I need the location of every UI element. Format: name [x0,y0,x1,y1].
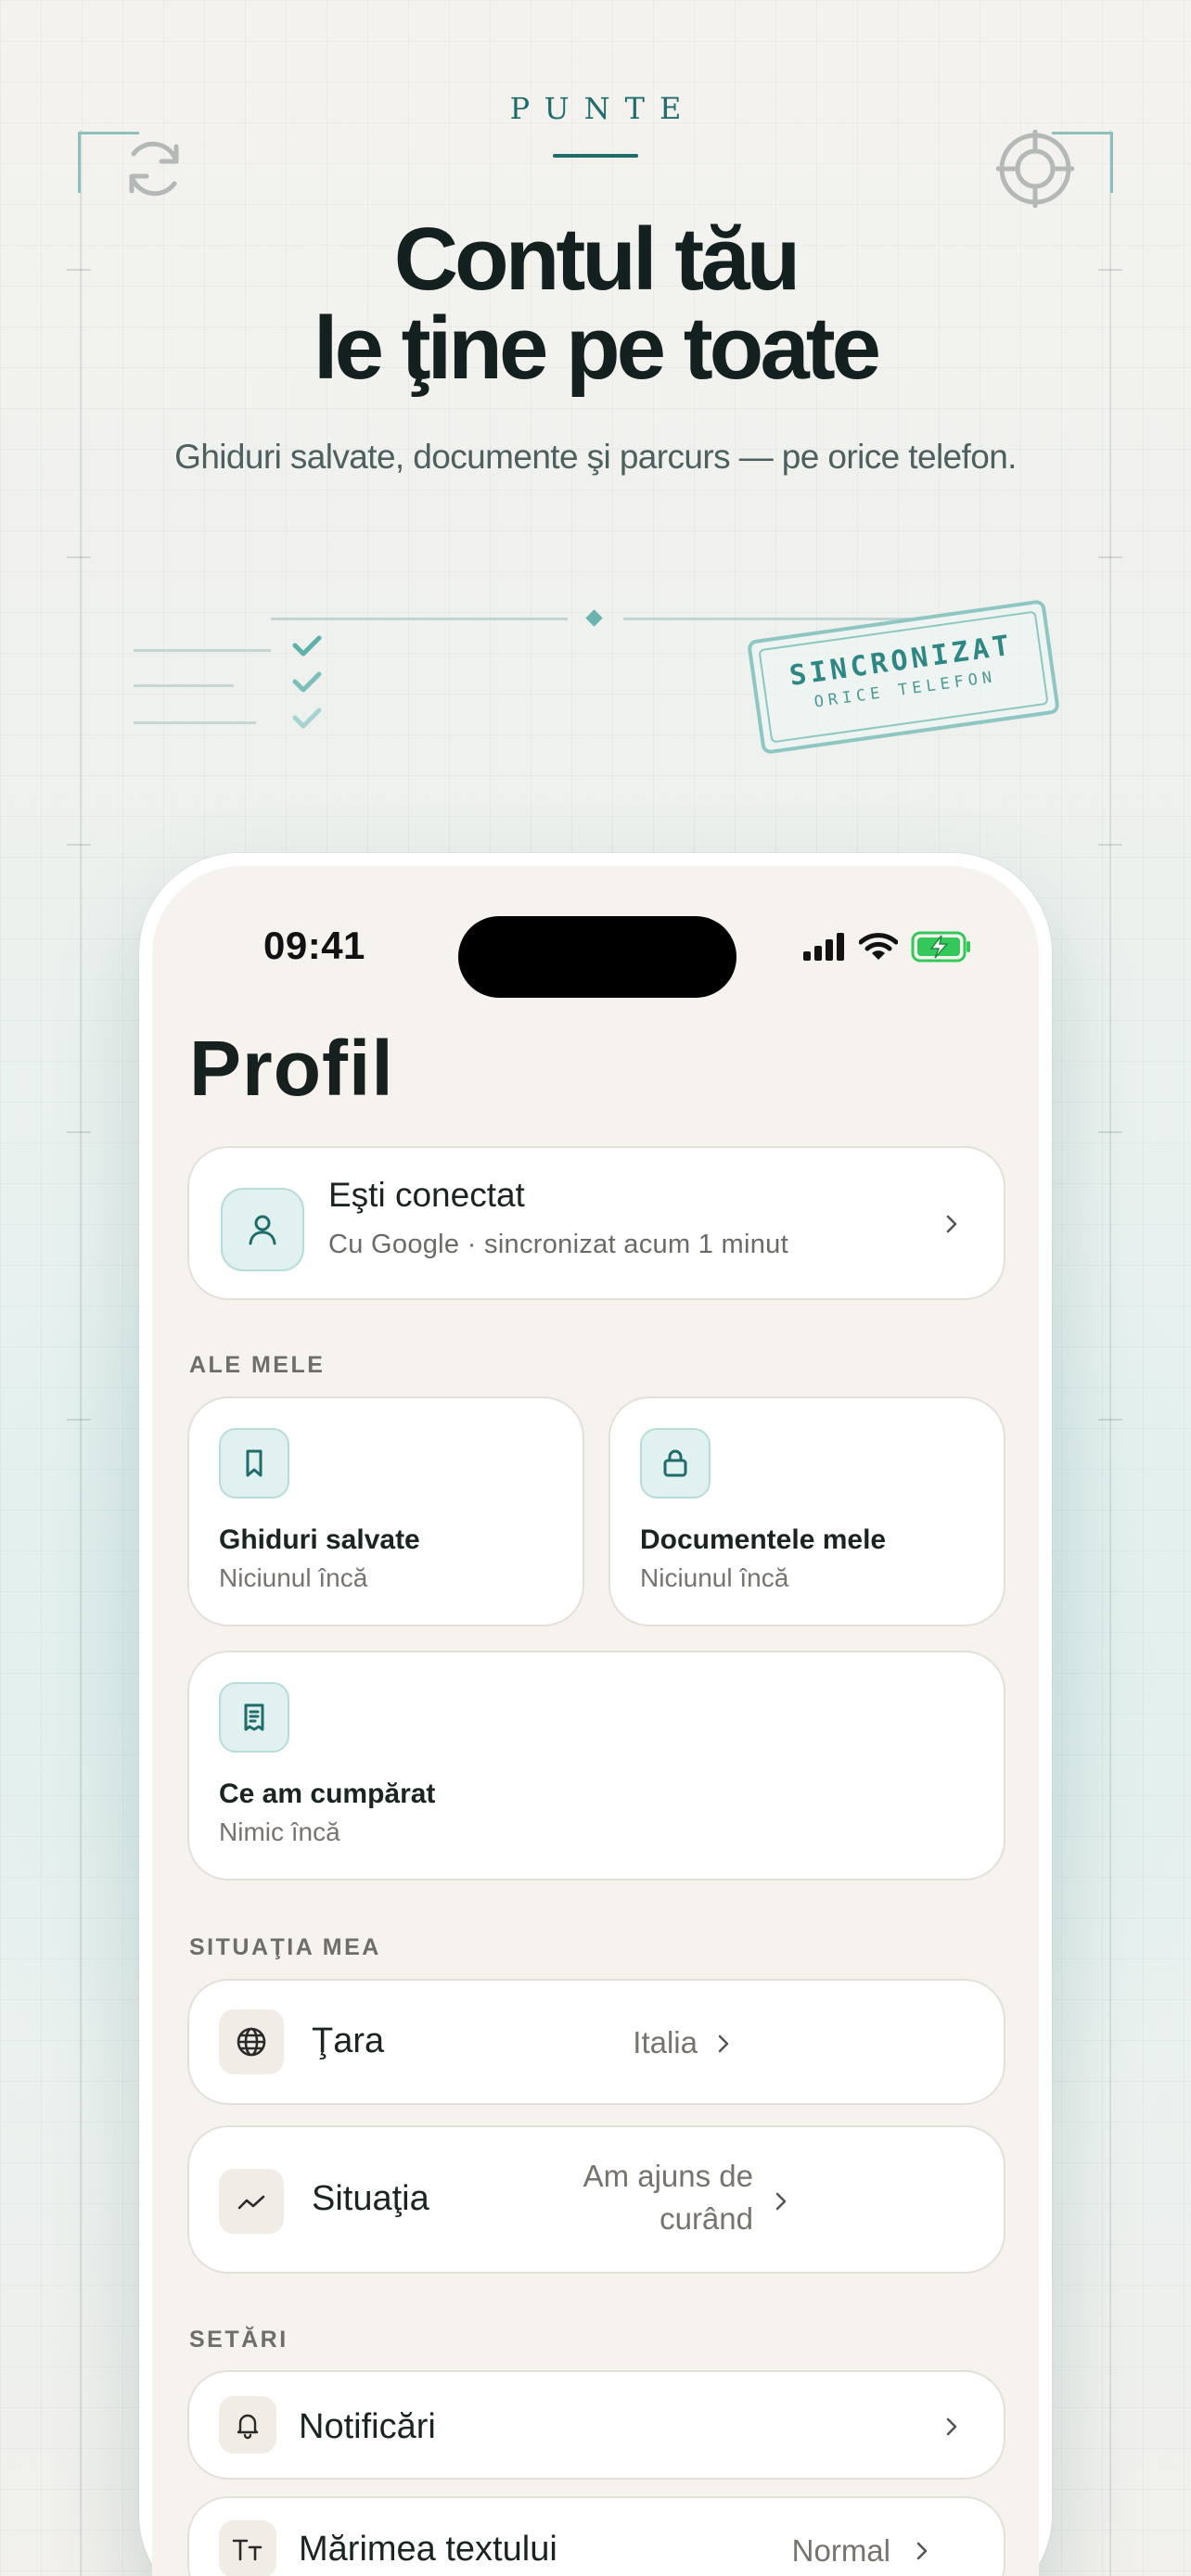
hero-headline: Contul tău le ţine pe toate [0,215,1191,393]
person-icon [249,1215,276,1245]
chevron-right-icon [775,2192,787,2211]
check-icon [292,635,322,729]
my-documents-icon-tile [640,1428,711,1498]
trend-icon [237,2195,265,2210]
situation-row[interactable]: Situaţia Am ajuns de curând [187,2125,1005,2274]
text-size-value: Normal [791,2533,890,2568]
text-size-icon [232,2539,263,2561]
sync-stamp: SINCRONIZAT ORICE TELEFON [746,599,1061,755]
divider-left [271,618,568,620]
my-documents-title: Documentele mele [640,1524,887,1555]
guide-tick [1098,556,1122,558]
saved-guides-title: Ghiduri salvate [219,1524,420,1555]
my-documents-subtitle: Niciunul încă [640,1563,789,1592]
guide-tick [1098,1419,1122,1421]
divider-diamond [585,609,603,627]
my-documents-tile[interactable]: Documentele mele Niciunul încă [608,1396,1005,1626]
saved-guides-tile[interactable]: Ghiduri salvate Niciunul încă [187,1396,584,1626]
notifications-label: Notificări [299,2407,436,2446]
wifi-icon [859,933,898,960]
guide-tick [67,844,91,846]
bell-icon [237,2414,259,2440]
purchases-icon-tile [219,1682,289,1753]
phone-mockup: 09:41 Profil Eşti conectat Cu Google · s… [139,853,1052,2576]
purchases-subtitle: Nimic încă [219,1817,340,1846]
situation-value-line1: Am ajuns de [583,2159,753,2193]
section-label-mine: ALE MELE [189,1352,326,1378]
chevron-right-icon [946,2417,957,2436]
purchases-title: Ce am cumpărat [219,1779,436,1809]
guide-line-left [80,130,82,2576]
brand-underline [553,154,638,158]
brand-name: PUNTE [509,91,697,126]
situation-icon-tile [219,2169,284,2234]
globe-icon [237,2027,266,2057]
bookmark-icon [246,1449,263,1477]
receipt-icon [244,1703,264,1731]
checklist-line [134,684,234,687]
hero-headline-line1: Contul tău [393,210,801,309]
page-title: Profil [189,1025,394,1112]
status-icons [803,931,972,963]
notifications-icon-tile [219,2396,276,2454]
status-time: 09:41 [263,924,365,967]
account-title: Eşti conectat [328,1176,525,1214]
chevron-right-icon [718,2034,729,2053]
purchases-tile[interactable]: Ce am cumpărat Nimic încă [187,1651,1005,1881]
account-card[interactable]: Eşti conectat Cu Google · sincronizat ac… [187,1146,1005,1300]
chevron-right-icon [916,2542,928,2560]
country-label: Ţara [312,2021,385,2060]
sync-stamp-inner: SINCRONIZAT ORICE TELEFON [758,610,1049,744]
hero-subhead: Ghiduri salvate, documente şi parcurs — … [174,438,1017,476]
section-label-settings: SETĂRI [189,2327,288,2353]
battery-charging-icon [911,931,970,963]
saved-guides-subtitle: Niciunul încă [219,1563,368,1592]
sync-icon [129,141,179,197]
account-subtitle: Cu Google · sincronizat acum 1 minut [328,1230,788,1259]
country-value: Italia [633,2025,698,2060]
phone-screen: 09:41 Profil Eşti conectat Cu Google · s… [152,866,1039,2576]
guide-tick [67,1131,91,1133]
dynamic-island [458,916,736,998]
text-size-row[interactable]: Mărimea textului Normal [187,2496,1005,2576]
saved-guides-icon-tile [219,1428,289,1498]
text-size-label: Mărimea textului [299,2530,557,2569]
country-row[interactable]: Ţara Italia [187,1979,1005,2105]
chevron-right-icon [946,1215,957,1233]
account-icon-tile [221,1188,304,1271]
notifications-row[interactable]: Notificări [187,2370,1005,2480]
signal-icon [803,933,844,961]
situation-label: Situaţia [312,2179,429,2218]
guide-tick [67,556,91,558]
target-icon [996,130,1074,208]
text-size-icon-tile [219,2520,276,2576]
situation-value: Am ajuns de curând [583,2155,753,2240]
hero-headline-line2: le ţine pe toate [313,299,881,398]
section-label-situation: SITUAŢIA MEA [189,1934,381,1960]
lock-icon [663,1449,687,1477]
checklist-line [134,721,256,724]
guide-tick [1098,1131,1122,1133]
divider-right [623,618,920,620]
checklist-line [134,649,271,652]
guide-tick [67,1419,91,1421]
guide-line-right [1109,130,1111,2576]
country-icon-tile [219,2009,284,2074]
situation-value-line2: curând [660,2201,753,2236]
guide-tick [1098,844,1122,846]
